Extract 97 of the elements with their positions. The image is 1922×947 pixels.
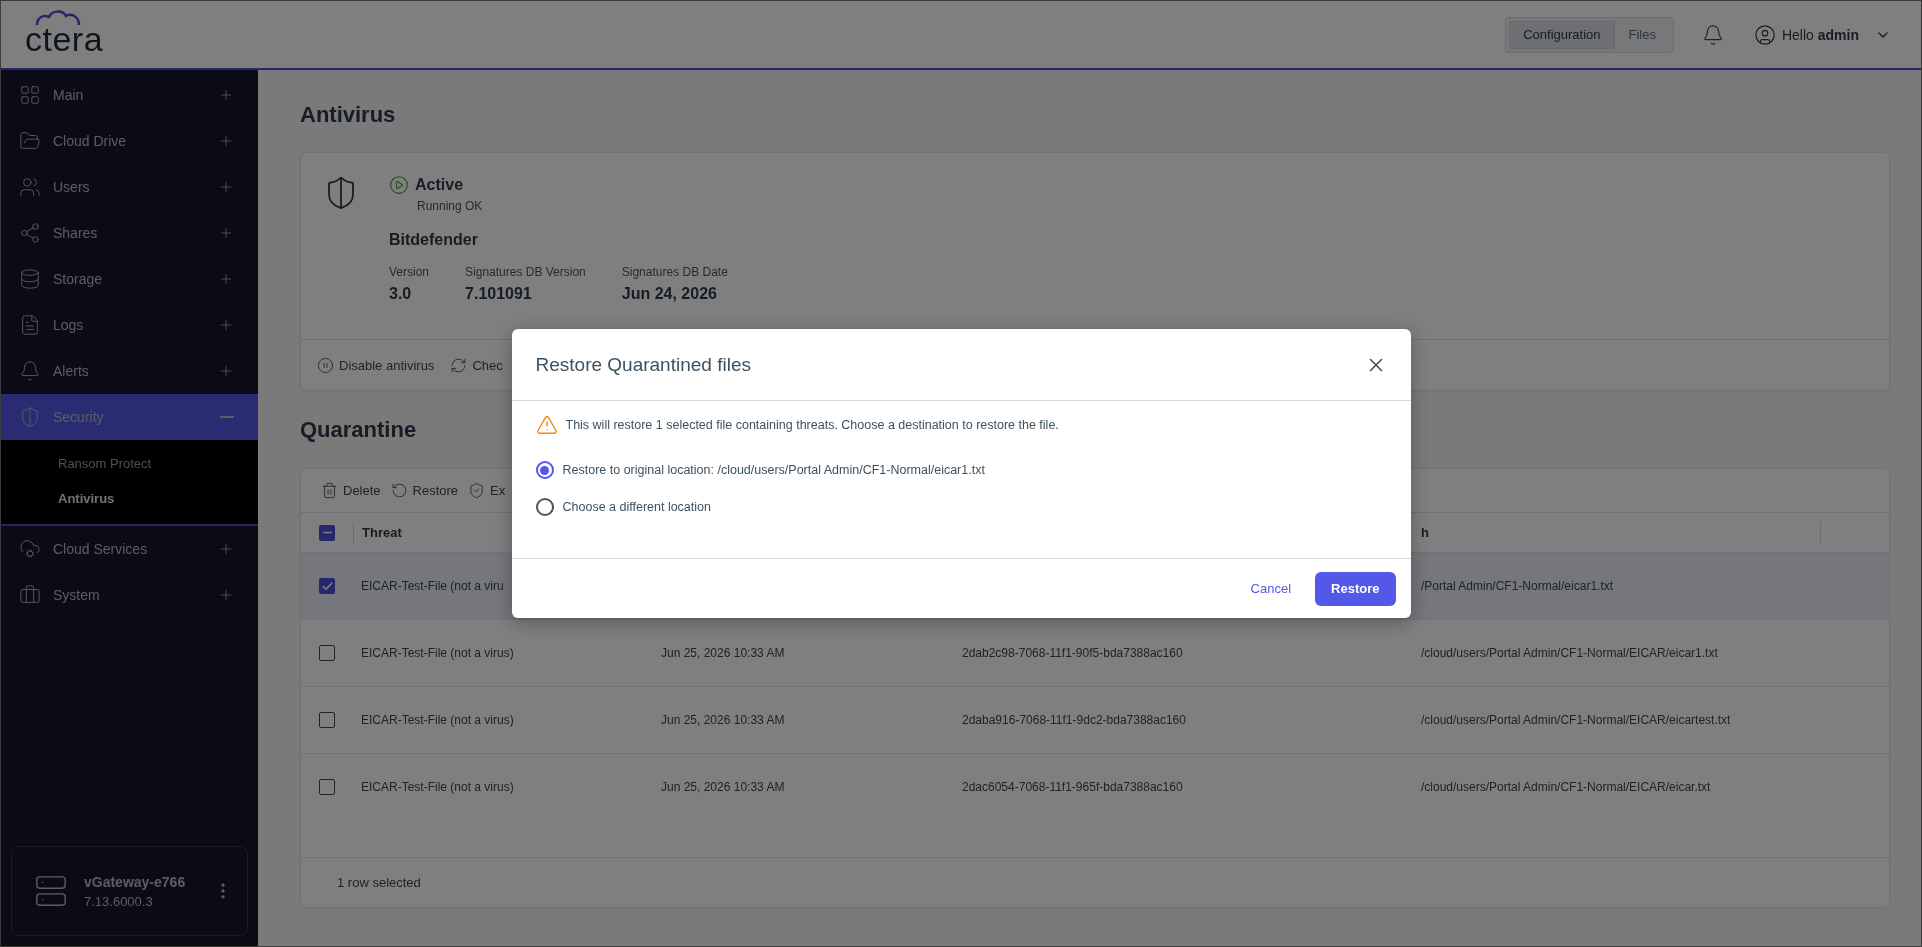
cancel-button[interactable]: Cancel xyxy=(1246,575,1296,602)
sidebar-item[interactable]: Alerts xyxy=(1,348,258,394)
sidebar-item[interactable]: Shares xyxy=(1,210,258,256)
toolbar-button[interactable]: Restore xyxy=(390,482,459,499)
sidebar-item[interactable]: Main xyxy=(1,72,258,118)
radio-button[interactable] xyxy=(535,461,554,479)
toolbar-button[interactable]: Delete xyxy=(321,482,381,499)
sidebar-item[interactable]: Logs xyxy=(1,302,258,348)
dialog-title: Restore Quarantined files xyxy=(535,353,752,376)
grid-icon xyxy=(19,84,41,106)
option-label[interactable]: Restore to original location: /cloud/users/Portal Admin/CF1-Normal/eicar1.txt xyxy=(562,463,985,477)
sidebar-subitem[interactable]: Antivirus xyxy=(1,481,258,516)
bell-icon[interactable] xyxy=(1701,23,1724,46)
row-checkbox[interactable] xyxy=(319,712,335,728)
plus-icon xyxy=(218,271,234,287)
trash-icon xyxy=(321,482,338,499)
selection-count: 1 row selected xyxy=(301,857,1889,907)
table-cell-text: 2dab2c98-7068-11f1-90f5-bda7388ac160 xyxy=(961,646,1184,660)
field-value: Jun 24, 2026 xyxy=(621,285,718,303)
section-title: Quarantine xyxy=(300,415,417,444)
server-icon xyxy=(34,874,68,908)
table-cell-text: /cloud/users/Portal Admin/CF1-Normal/EICAR/eicar1.txt xyxy=(1420,646,1719,660)
sidebar-item[interactable]: Storage xyxy=(1,256,258,302)
field-label: Version xyxy=(389,265,430,279)
table-cell-text: EICAR-Test-File (not a virus) xyxy=(360,780,515,794)
status-detail: Running OK xyxy=(417,199,484,213)
user-icon xyxy=(1753,23,1776,46)
share-icon xyxy=(19,222,41,244)
shield-icon xyxy=(468,482,486,499)
action-button[interactable]: Chec xyxy=(450,356,503,374)
plus-icon xyxy=(218,587,234,603)
field-value: 3.0 xyxy=(389,285,413,303)
users-icon xyxy=(19,176,41,198)
document-icon xyxy=(19,314,41,336)
folder-icon xyxy=(19,130,41,152)
logo: ctera xyxy=(25,21,104,56)
plus-icon xyxy=(218,363,234,379)
table-cell-text: EICAR-Test-File (not a viru xyxy=(360,579,505,593)
select-all-checkbox[interactable] xyxy=(319,524,335,541)
field-value: 7.101091 xyxy=(465,285,533,303)
table-cell-text: Jun 25, 2026 10:33 AM xyxy=(660,713,786,727)
play-icon xyxy=(389,175,409,195)
table-cell-text: /cloud/users/Portal Admin/CF1-Normal/EICAR/eicar.txt xyxy=(1420,780,1712,794)
option-label[interactable]: Choose a different location xyxy=(562,500,711,514)
plus-icon xyxy=(218,87,234,103)
vendor-name: Bitdefender xyxy=(389,231,479,249)
sidebar-item[interactable]: System xyxy=(1,572,258,618)
pause-icon xyxy=(317,356,334,374)
table-cell-text: Jun 25, 2026 10:33 AM xyxy=(660,646,786,660)
table-cell-text: EICAR-Test-File (not a virus) xyxy=(360,646,515,660)
table-row[interactable]: EICAR-Test-File (not a virus) Jun 25, 2026 10:33 AM 2daba916-7068-11f1-9dc2-bda7388ac160 /cloud/users/Portal Admin/CF1-Normal/EICAR/eicartest.txt xyxy=(301,686,1889,753)
row-checkbox[interactable] xyxy=(319,645,335,661)
row-checkbox[interactable] xyxy=(319,779,335,795)
plus-icon xyxy=(218,225,234,241)
device-version: 7.13.6000.3 xyxy=(84,893,154,909)
restore-button[interactable]: Restore xyxy=(1315,571,1396,606)
plus-icon xyxy=(218,317,234,333)
device-name: vGateway-e766 xyxy=(84,873,187,890)
user-menu[interactable]: Hello admin xyxy=(1747,22,1897,47)
logo-cloud-icon xyxy=(35,9,83,26)
row-checkbox[interactable] xyxy=(319,578,335,594)
table-cell-text: 2daba916-7068-11f1-9dc2-bda7388ac160 xyxy=(961,713,1187,727)
view-tab[interactable]: Configuration xyxy=(1509,20,1615,49)
field-label: Signatures DB Version xyxy=(465,265,586,279)
shield-icon xyxy=(19,406,41,428)
restore-icon xyxy=(390,482,408,499)
column-header[interactable]: h xyxy=(1413,521,1821,544)
minus-icon xyxy=(220,416,234,418)
table-row[interactable]: EICAR-Test-File (not a virus) Jun 25, 2026 10:33 AM 2dac6054-7068-11f1-965f-bda7388ac160 /cloud/users/Portal Admin/CF1-Normal/EICAR/eicar.txt xyxy=(301,753,1889,820)
table-cell-text: /cloud/users/Portal Admin/CF1-Normal/EICAR/eicartest.txt xyxy=(1420,713,1732,727)
check-icon xyxy=(320,579,334,593)
toolbar-button[interactable]: Ex xyxy=(468,482,506,499)
briefcase-icon xyxy=(19,584,41,606)
table-cell-text: EICAR-Test-File (not a virus) xyxy=(360,713,515,727)
bell-icon xyxy=(19,360,41,382)
table-cell-text: /Portal Admin/CF1-Normal/eicar1.txt xyxy=(1420,579,1615,593)
page-title: Antivirus xyxy=(300,101,396,129)
warning-text: This will restore 1 selected file containing threats. Choose a destination to restore the file. xyxy=(565,418,1059,432)
radio-button[interactable] xyxy=(535,498,554,516)
sidebar-item[interactable]: Cloud Services xyxy=(1,526,258,572)
table-cell-text: Jun 25, 2026 10:33 AM xyxy=(660,780,786,794)
database-icon xyxy=(19,268,41,290)
refresh-icon xyxy=(450,356,468,374)
sidebar-subitem[interactable]: Ransom Protect xyxy=(1,446,258,481)
sidebar-item[interactable]: Users xyxy=(1,164,258,210)
field-label: Signatures DB Date xyxy=(621,265,728,279)
plus-icon xyxy=(218,133,234,149)
action-button[interactable]: Disable antivirus xyxy=(317,356,435,374)
plus-icon xyxy=(218,541,234,557)
cloud-gear-icon xyxy=(19,538,41,560)
table-cell-text: 2dac6054-7068-11f1-965f-bda7388ac160 xyxy=(961,780,1184,794)
sidebar-item[interactable]: Cloud Drive xyxy=(1,118,258,164)
warning-icon xyxy=(535,414,558,436)
status-text: Active xyxy=(415,176,464,194)
view-tab[interactable]: Files xyxy=(1614,20,1670,49)
plus-icon xyxy=(218,179,234,195)
table-row[interactable]: EICAR-Test-File (not a virus) Jun 25, 2026 10:33 AM 2dab2c98-7068-11f1-90f5-bda7388ac160 /cloud/users/Portal Admin/CF1-Normal/EICAR/eicar1.txt xyxy=(301,619,1889,686)
